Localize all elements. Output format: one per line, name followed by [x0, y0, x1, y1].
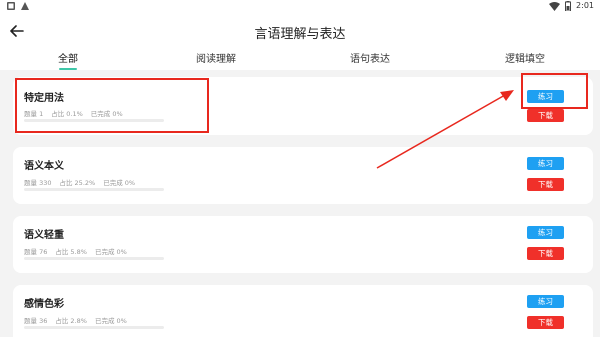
tab-label: 语句表达 [350, 54, 390, 65]
highlight-box-practice-button [521, 73, 588, 109]
category-card[interactable]: 语义轻重 题量 76 占比 5.8% 已完成 0% 练习 下载 [13, 216, 593, 273]
download-button[interactable]: 下载 [527, 316, 564, 329]
active-tab-indicator [59, 68, 77, 70]
tab-all[interactable]: 全部 [54, 50, 82, 70]
category-card[interactable]: 感情色彩 题量 36 占比 2.8% 已完成 0% 练习 下载 [13, 285, 593, 337]
status-time: 2:01 [576, 1, 594, 10]
storage-icon [21, 2, 29, 10]
question-count: 题量 36 [24, 317, 48, 325]
page-title: 言语理解与表达 [254, 27, 346, 42]
question-count: 题量 330 [24, 179, 52, 187]
tab-label: 全部 [58, 54, 78, 65]
practice-button[interactable]: 练习 [527, 295, 564, 308]
download-button[interactable]: 下载 [527, 178, 564, 191]
header: 言语理解与表达 [0, 14, 600, 48]
tab-fill-blank[interactable]: 逻辑填空 [500, 50, 550, 65]
category-card[interactable]: 语义本义 题量 330 占比 25.2% 已完成 0% 练习 下载 [13, 147, 593, 204]
progress-bar [24, 257, 164, 260]
completion-rate: 已完成 0% [94, 317, 127, 325]
completion-rate: 已完成 0% [94, 248, 127, 256]
download-button[interactable]: 下载 [527, 247, 564, 260]
card-stats: 题量 76 占比 5.8% 已完成 0% [24, 246, 127, 256]
highlight-box-card-title [15, 78, 209, 133]
wifi-icon [549, 1, 561, 11]
download-button[interactable]: 下载 [527, 109, 564, 122]
question-ratio: 占比 5.8% [55, 248, 87, 256]
card-title: 感情色彩 [24, 299, 64, 310]
question-ratio: 占比 2.8% [55, 317, 87, 325]
practice-button[interactable]: 练习 [527, 157, 564, 170]
category-tabs: 全部 阅读理解 语句表达 逻辑填空 [0, 48, 600, 70]
progress-bar [24, 188, 164, 191]
tab-sentence[interactable]: 语句表达 [345, 50, 395, 65]
card-title: 语义轻重 [24, 230, 64, 241]
battery-icon [565, 1, 572, 11]
progress-bar [24, 326, 164, 329]
tab-label: 阅读理解 [196, 54, 236, 65]
status-bar: 2:01 [0, 0, 600, 14]
card-title: 语义本义 [24, 161, 64, 172]
tab-reading[interactable]: 阅读理解 [191, 50, 241, 65]
completion-rate: 已完成 0% [103, 179, 136, 187]
settings-icon [7, 2, 15, 10]
practice-button[interactable]: 练习 [527, 226, 564, 239]
question-ratio: 占比 25.2% [59, 179, 96, 187]
question-count: 题量 76 [24, 248, 48, 256]
tab-label: 逻辑填空 [505, 54, 545, 65]
card-stats: 题量 36 占比 2.8% 已完成 0% [24, 315, 127, 325]
card-stats: 题量 330 占比 25.2% 已完成 0% [24, 177, 135, 187]
